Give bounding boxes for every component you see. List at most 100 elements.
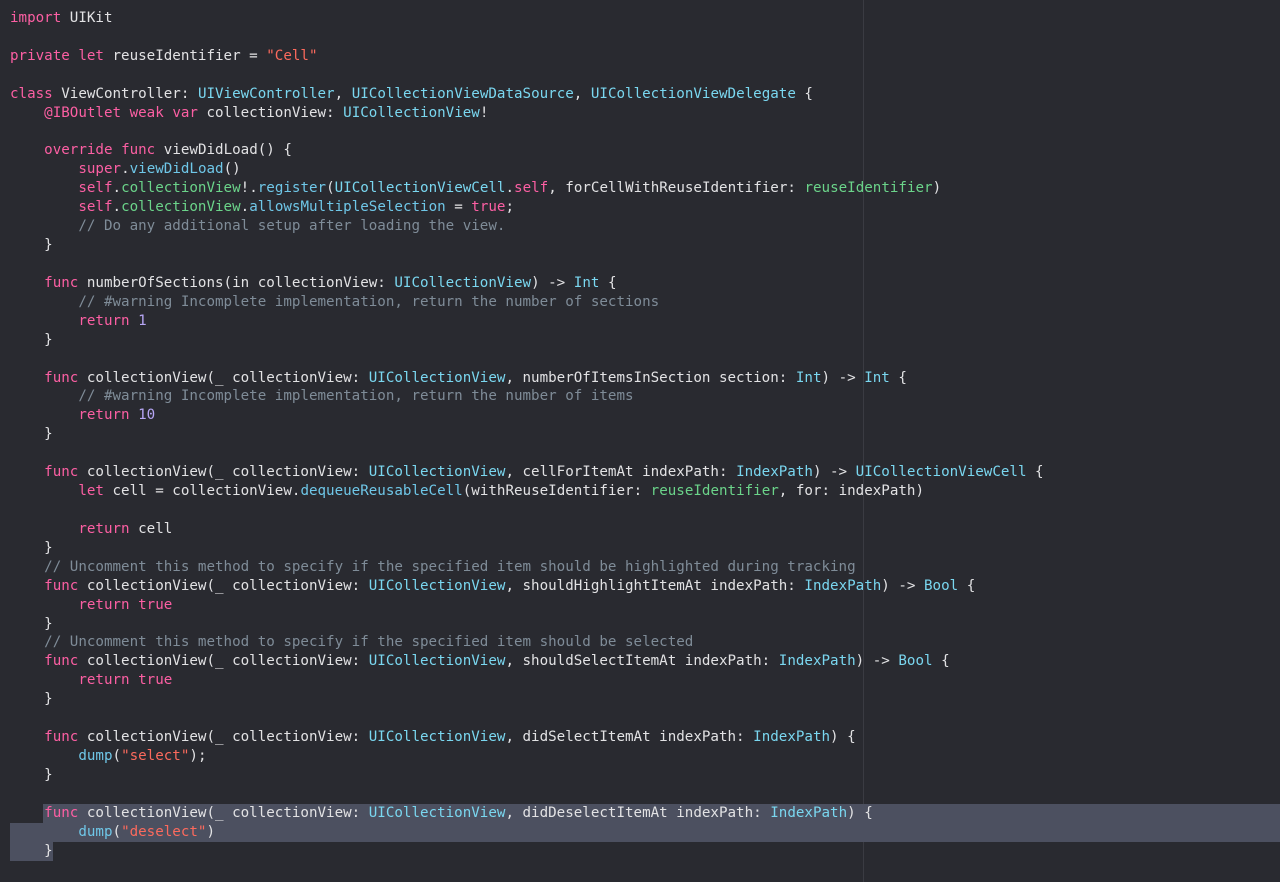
code-line-45[interactable]: } — [10, 842, 1044, 861]
keyword-token: @IBOutlet — [44, 104, 122, 121]
string-token: "select" — [121, 747, 190, 764]
code-line-31[interactable]: func collectionView(_ collectionView: UI… — [10, 577, 1044, 596]
code-text: { — [889, 369, 907, 386]
code-line-5[interactable]: class ViewController: UIViewController, … — [10, 85, 1044, 104]
code-line-35[interactable]: func collectionView(_ collectionView: UI… — [10, 652, 1044, 671]
code-line-20[interactable]: func collectionView(_ collectionView: UI… — [10, 369, 1044, 388]
code-line-12[interactable]: // Do any additional setup after loading… — [10, 217, 1044, 236]
code-line-43[interactable]: func collectionView(_ collectionView: UI… — [10, 804, 1044, 823]
code-line-27[interactable] — [10, 501, 1044, 520]
code-line-2[interactable] — [10, 28, 1044, 47]
code-line-39[interactable]: func collectionView(_ collectionView: UI… — [10, 728, 1044, 747]
code-line-40[interactable]: dump("select"); — [10, 747, 1044, 766]
keyword-token: func — [121, 142, 156, 159]
code-line-1[interactable]: import UIKit — [10, 9, 1044, 28]
code-line-34[interactable]: // Uncomment this method to specify if t… — [10, 633, 1044, 652]
code-line-28[interactable]: return cell — [10, 520, 1044, 539]
code-line-3[interactable]: private let reuseIdentifier = "Cell" — [10, 47, 1044, 66]
code-line-16[interactable]: // #warning Incomplete implementation, r… — [10, 293, 1044, 312]
code-line-33[interactable]: } — [10, 615, 1044, 634]
code-line-15[interactable]: func numberOfSections(in collectionView:… — [10, 274, 1044, 293]
code-text: } — [10, 766, 53, 783]
code-line-32[interactable]: return true — [10, 596, 1044, 615]
code-text: viewDidLoad() { — [155, 142, 292, 159]
code-line-29[interactable]: } — [10, 539, 1044, 558]
code-text: { — [1026, 464, 1044, 481]
method-token: allowsMultipleSelection — [249, 199, 446, 216]
code-text: ) -> — [855, 653, 899, 670]
code-line-24[interactable] — [10, 444, 1044, 463]
source-code[interactable]: import UIKit private let reuseIdentifier… — [10, 9, 1044, 860]
keyword-token: return — [78, 520, 130, 537]
code-text: ! — [479, 104, 489, 121]
method-token: dump — [78, 747, 113, 764]
type-token: UICollectionViewCell — [855, 464, 1027, 481]
type-token: UICollectionView — [368, 804, 506, 821]
code-line-41[interactable]: } — [10, 766, 1044, 785]
type-token: UICollectionView — [368, 653, 506, 670]
type-token: UICollectionViewCell — [334, 180, 506, 197]
code-text: ; — [505, 199, 515, 216]
code-line-18[interactable]: } — [10, 331, 1044, 350]
code-line-8[interactable]: override func viewDidLoad() { — [10, 141, 1044, 160]
code-line-6[interactable]: @IBOutlet weak var collectionView: UICol… — [10, 104, 1044, 123]
code-line-17[interactable]: return 1 — [10, 312, 1044, 331]
code-line-10[interactable]: self.collectionView!.register(UICollecti… — [10, 179, 1044, 198]
code-text: ) — [932, 180, 942, 197]
code-line-36[interactable]: return true — [10, 671, 1044, 690]
code-text: collectionView(_ collectionView: — [78, 577, 369, 594]
code-line-26[interactable]: let cell = collectionView.dequeueReusabl… — [10, 482, 1044, 501]
type-token: Int — [795, 369, 822, 386]
code-text: . — [121, 161, 130, 178]
code-line-44[interactable]: dump("deselect") — [10, 823, 1044, 842]
keyword-token: class — [10, 85, 53, 102]
code-line-37[interactable]: } — [10, 690, 1044, 709]
code-editor[interactable]: import UIKit private let reuseIdentifier… — [0, 0, 1280, 882]
code-line-19[interactable] — [10, 350, 1044, 369]
type-token: IndexPath — [753, 729, 831, 746]
code-line-21[interactable]: // #warning Incomplete implementation, r… — [10, 387, 1044, 406]
code-text: } — [10, 691, 53, 708]
code-text: . — [505, 180, 515, 197]
code-line-9[interactable]: super.viewDidLoad() — [10, 160, 1044, 179]
code-line-13[interactable]: } — [10, 236, 1044, 255]
code-line-25[interactable]: func collectionView(_ collectionView: UI… — [10, 463, 1044, 482]
code-text: collectionView(_ collectionView: — [78, 464, 369, 481]
code-text: ) — [206, 823, 216, 840]
code-line-42[interactable] — [10, 785, 1044, 804]
code-line-11[interactable]: self.collectionView.allowsMultipleSelect… — [10, 198, 1044, 217]
code-line-4[interactable] — [10, 66, 1044, 85]
code-text: } — [10, 331, 53, 348]
comment-token: // #warning Incomplete implementation, r… — [78, 293, 660, 310]
keyword-token: private — [10, 47, 70, 64]
identifier-token: reuseIdentifier — [804, 180, 933, 197]
code-text: UIKit — [61, 10, 113, 26]
keyword-token: self — [78, 180, 113, 197]
code-line-14[interactable] — [10, 255, 1044, 274]
code-line-30[interactable]: // Uncomment this method to specify if t… — [10, 558, 1044, 577]
code-text: = — [445, 199, 472, 216]
code-line-38[interactable] — [10, 709, 1044, 728]
string-token: "deselect" — [121, 823, 207, 840]
type-token: Int — [864, 369, 890, 386]
code-text: reuseIdentifier = — [103, 47, 267, 64]
code-line-23[interactable]: } — [10, 425, 1044, 444]
code-line-7[interactable] — [10, 123, 1044, 142]
number-token: 10 — [138, 407, 156, 424]
code-line-22[interactable]: return 10 — [10, 406, 1044, 425]
identifier-token: reuseIdentifier — [650, 483, 779, 500]
keyword-token: return — [78, 672, 130, 689]
keyword-token: return — [78, 596, 130, 613]
